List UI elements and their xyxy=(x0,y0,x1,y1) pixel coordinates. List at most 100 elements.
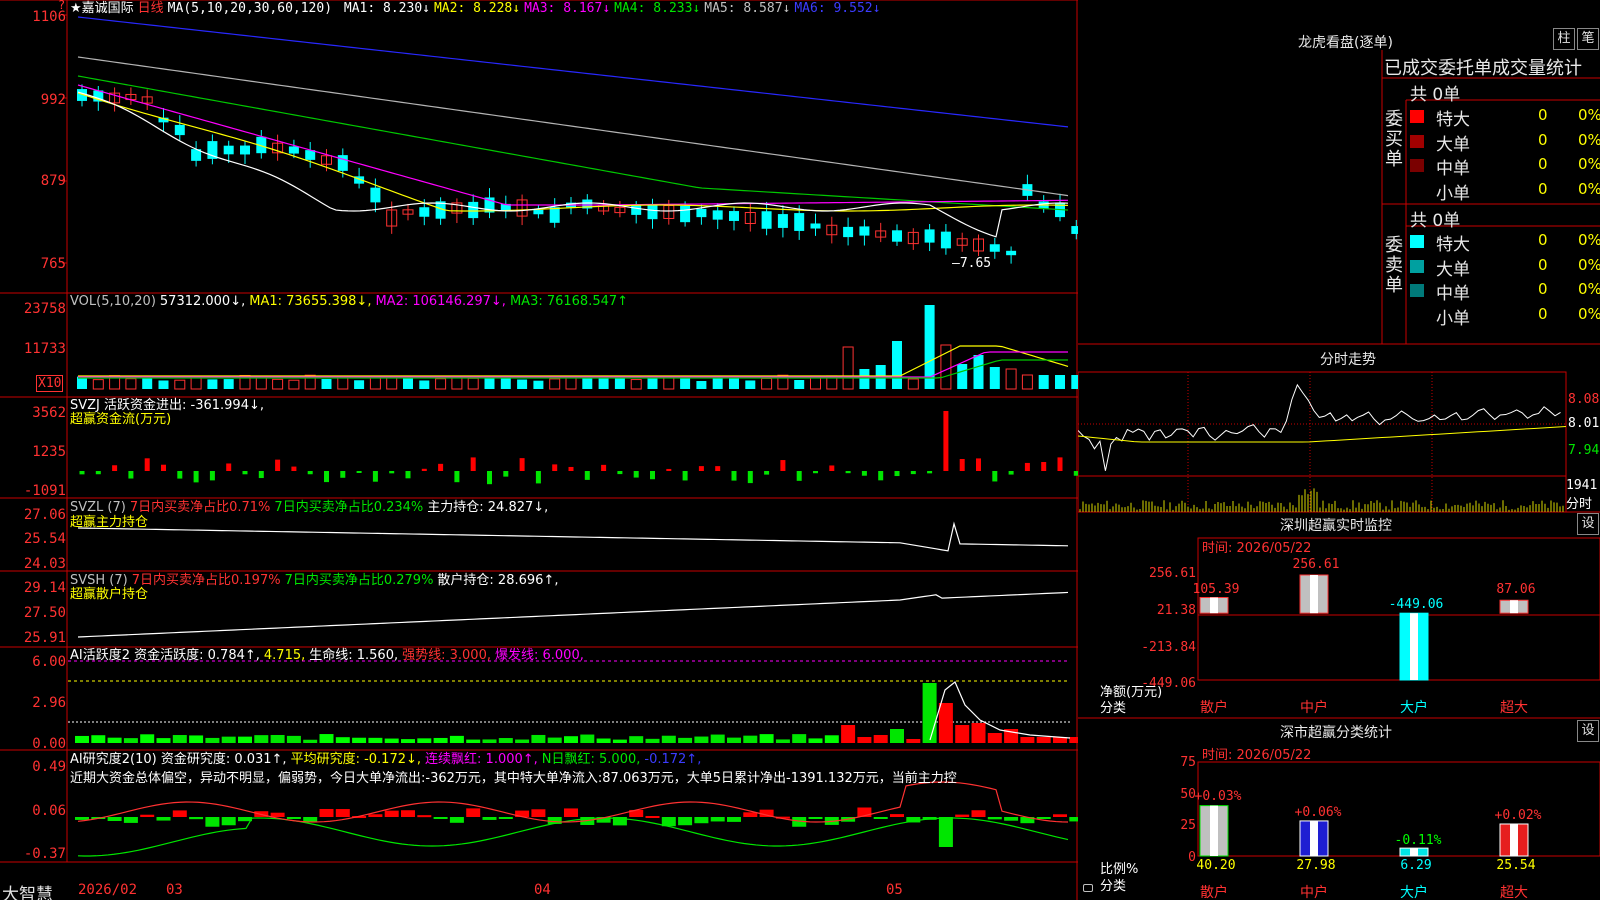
fund-flow-bar xyxy=(959,459,965,471)
fund-flow-bar xyxy=(535,471,541,484)
fund-flow-bar xyxy=(356,471,362,474)
period-label[interactable]: 日线 xyxy=(138,1,164,16)
research-bar xyxy=(221,817,236,826)
research-bar xyxy=(482,817,497,820)
fund-flow-bar xyxy=(307,471,313,475)
ma1-line xyxy=(77,91,1069,238)
activity-bar xyxy=(368,737,383,743)
research-bar xyxy=(123,817,138,823)
activity-bar xyxy=(694,736,709,743)
fund-flow-bar xyxy=(601,464,607,471)
activity-bar xyxy=(727,737,741,743)
activity-bar xyxy=(384,738,399,743)
candle-body xyxy=(337,155,348,171)
order-color-swatch xyxy=(1410,183,1424,197)
vol-unit-badge[interactable]: X10 xyxy=(36,375,64,392)
brand-logo[interactable]: 大智慧 xyxy=(2,880,53,900)
header-item: 爆发线: 6.000, xyxy=(495,648,584,663)
y-tick: 23758 xyxy=(23,301,66,317)
order-size-label: 中单 xyxy=(1436,159,1470,179)
fund-flow-bar xyxy=(1073,471,1078,476)
activity-bar xyxy=(254,735,269,743)
column-view-button[interactable]: 柱 xyxy=(1553,28,1575,50)
fund-flow-bar xyxy=(796,471,802,481)
fund-flow-bar xyxy=(747,471,753,484)
svsh-header: SVSH (7) 7日内买卖净占比0.197% 7日内买卖净占比0.279% 散户持仓… xyxy=(70,573,562,588)
research-bar xyxy=(873,817,888,819)
candle-body xyxy=(777,214,788,228)
candle-body xyxy=(859,226,870,236)
fund-flow-bar xyxy=(894,471,900,477)
fenshi-y-tick: 8.08 xyxy=(1568,392,1600,407)
fund-flow-bar xyxy=(177,471,183,479)
fund-flow-bar xyxy=(845,471,851,474)
research-bar xyxy=(107,817,122,821)
fund-flow-bar xyxy=(682,471,688,481)
volume-bar xyxy=(582,377,593,389)
research-bar xyxy=(645,816,660,819)
header-item: MA1: 73655.398↓, xyxy=(249,294,372,309)
order-row-sell: 中单 0 0% xyxy=(1408,278,1600,304)
fund-flow-bar xyxy=(275,459,281,471)
y-tick: 992 xyxy=(40,92,66,108)
fund-flow-bar xyxy=(226,463,232,471)
research-bar xyxy=(205,817,220,827)
category-label: 散户 xyxy=(1200,885,1228,900)
lock-icon[interactable] xyxy=(1083,884,1093,892)
fund-flow-bar xyxy=(910,471,916,475)
candle-body xyxy=(712,210,723,220)
fund-flow-bar xyxy=(552,464,558,471)
sz-class-settings-button[interactable]: 设 xyxy=(1577,720,1599,742)
header-item: 生命线: 1.560, xyxy=(309,648,399,663)
research-bar xyxy=(319,808,334,817)
volume-bar xyxy=(907,378,919,390)
class-bar-highlight xyxy=(1410,848,1418,856)
research-bar xyxy=(1004,817,1019,821)
monitor-bar-highlight xyxy=(1510,600,1518,614)
header-item: 57312.000↓, xyxy=(159,294,246,309)
fund-flow-bar xyxy=(780,460,786,471)
candle-body xyxy=(631,205,642,215)
fund-flow-bar xyxy=(112,465,118,471)
y-tick: 75 xyxy=(1180,755,1196,770)
category-label: 大户 xyxy=(1400,700,1428,716)
y-tick: -0.37 xyxy=(23,846,66,862)
volume-bar xyxy=(467,377,479,390)
research-bar xyxy=(466,808,481,817)
fund-flow-bar xyxy=(95,471,101,475)
lhb-tabs[interactable]: 已成交委托单成交量统计 xyxy=(1384,54,1582,80)
fund-flow-bar xyxy=(1057,457,1063,471)
activity-bar xyxy=(286,735,301,743)
candle-body xyxy=(647,204,658,220)
order-count: 0 xyxy=(1538,130,1548,149)
monitor-bar-fill xyxy=(1199,597,1229,614)
header-item: 7日内买卖净占比0.71% xyxy=(129,500,271,515)
bar-change-label: -0.11% xyxy=(1394,833,1442,848)
header-item: 7日内买卖净占比0.197% xyxy=(131,573,281,588)
fund-flow-bar xyxy=(927,471,933,474)
volume-bar xyxy=(794,379,805,389)
volume-bar xyxy=(957,364,968,389)
bar-change-label: +0.02% xyxy=(1494,808,1542,823)
y-tick: 27.06 xyxy=(23,507,66,523)
tick-view-button[interactable]: 笔 xyxy=(1577,28,1599,50)
activity-bar xyxy=(824,735,839,743)
fenshi-tag[interactable]: 分时 xyxy=(1566,493,1592,512)
bar-value-label: 6.29 xyxy=(1400,858,1432,873)
y-tick: 0.06 xyxy=(32,803,66,819)
activity-bar xyxy=(906,739,921,743)
y-tick: 6.00 xyxy=(32,654,66,670)
sz-monitor-settings-button[interactable]: 设 xyxy=(1577,513,1599,535)
research-bar xyxy=(172,810,187,817)
research-bar xyxy=(1053,814,1067,817)
ma-value-1: MA1: 8.230↓ xyxy=(343,1,430,16)
fund-flow-note: 近期大资金总体偏空，异动不明显，偏弱势，今日大单净流出:-362万元，其中特大单… xyxy=(70,771,957,786)
volume-bar xyxy=(403,377,413,389)
candle-body xyxy=(174,124,185,136)
stock-name[interactable]: ★嘉诚国际 xyxy=(70,1,134,16)
candle-body xyxy=(729,211,739,221)
activity-bar xyxy=(482,739,497,743)
activity-bar xyxy=(792,734,807,743)
activity-bar xyxy=(417,738,432,743)
volume-bar xyxy=(745,380,756,389)
